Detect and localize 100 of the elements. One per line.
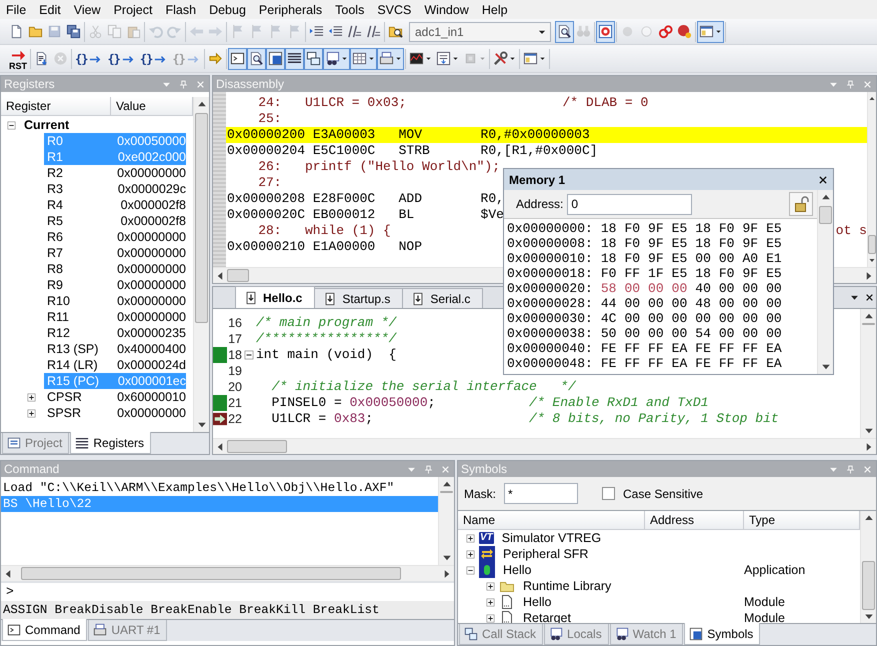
collapse-icon[interactable] [7, 120, 16, 130]
address-field[interactable]: 0 [567, 194, 692, 214]
mnemonic: ADD [398, 190, 424, 208]
register-row[interactable]: R8 0x00000000 [44, 261, 186, 277]
find-button[interactable] [555, 20, 574, 42]
scroll-thumb[interactable] [195, 113, 208, 323]
menu-item[interactable]: SVCS [371, 2, 418, 18]
debug-button[interactable] [596, 20, 615, 42]
register-value: 0x00000000 [117, 308, 186, 326]
file-tab[interactable]: Hello.c [235, 286, 316, 308]
panel-tab[interactable]: Project [2, 433, 70, 454]
window-layout-button[interactable] [697, 20, 724, 42]
expand-icon[interactable] [27, 392, 36, 402]
step-button[interactable]: {} [105, 48, 138, 70]
register-row[interactable]: R7 0x00000000 [44, 245, 186, 261]
collapse-icon[interactable] [466, 566, 475, 574]
expand-icon[interactable] [466, 534, 475, 542]
binoculars-icon [576, 24, 591, 39]
register-value: 0x00000000 [117, 228, 186, 246]
registers-window-button[interactable] [284, 48, 304, 70]
panel-tab[interactable]: Symbols [684, 623, 760, 645]
expand-icon[interactable] [486, 614, 495, 622]
register-row[interactable]: R9 0x00000000 [44, 277, 186, 293]
menu-item[interactable]: Window [418, 2, 476, 18]
column-header[interactable]: Address [645, 511, 744, 529]
scroll-thumb[interactable] [440, 491, 453, 493]
serial-window-button[interactable] [376, 48, 404, 70]
vertical-scrollbar[interactable] [193, 97, 209, 432]
command-window-button[interactable] [228, 48, 247, 70]
lock-button[interactable] [789, 192, 813, 216]
vertical-scrollbar[interactable] [860, 309, 876, 438]
step-button[interactable]: {} [138, 48, 170, 70]
caret-icon [424, 55, 432, 62]
register-row[interactable]: R11 0x00000000 [44, 309, 186, 325]
find-button[interactable] [246, 48, 266, 70]
call-stack-window-button[interactable] [304, 48, 323, 70]
vertical-scrollbar[interactable] [860, 511, 876, 623]
horizontal-scrollbar[interactable] [1, 565, 454, 581]
panel-tab[interactable]: Locals [544, 624, 609, 645]
register-row[interactable]: SPSR 0x00000000 [44, 405, 186, 421]
expand-icon[interactable] [486, 598, 495, 606]
menu-item[interactable]: Flash [159, 2, 204, 18]
register-row[interactable]: CPSR 0x60000010 [44, 389, 186, 405]
register-row[interactable]: R3 0x0000029c [44, 181, 186, 197]
menu-item[interactable]: Help [476, 2, 515, 18]
vertical-scrollbar[interactable] [438, 477, 454, 565]
menu-item[interactable]: File [0, 2, 34, 18]
menu-item[interactable]: Peripherals [252, 2, 330, 18]
close-icon[interactable] [865, 293, 874, 302]
register-row[interactable]: R5 0x000002f8 [44, 213, 186, 229]
panel-tab[interactable]: Call Stack [459, 624, 544, 645]
menu-item[interactable]: Project [108, 2, 160, 18]
menu-item[interactable]: Tools [329, 2, 372, 18]
scroll-thumb[interactable] [862, 323, 875, 325]
menu-item[interactable]: Debug [203, 2, 253, 18]
expand-icon[interactable] [27, 408, 36, 418]
register-row[interactable]: R10 0x00000000 [44, 293, 186, 309]
dropdown-icon[interactable] [850, 293, 859, 302]
address-label: Address: [516, 196, 564, 213]
panel-tab[interactable]: Command [2, 619, 88, 641]
scroll-thumb[interactable] [868, 235, 876, 254]
file-tab[interactable]: Serial.c [402, 288, 484, 308]
command-output-line[interactable]: Load "C:\\Keil\\ARM\\Examples\\Hello\\Obj\\Hello.AXF" [1, 480, 438, 496]
expand-icon[interactable] [466, 550, 475, 558]
menu-item[interactable]: View [68, 2, 108, 18]
register-row[interactable]: R12 0x00000235 [44, 325, 186, 341]
register-row[interactable]: R13 (SP) 0x40000400 [44, 341, 186, 357]
watch-window-button[interactable] [322, 48, 350, 70]
reset-button[interactable]: RST [7, 48, 29, 70]
vertical-scrollbar[interactable] [817, 190, 833, 374]
file-tab[interactable]: Startup.s [314, 288, 404, 308]
left-arrow-icon [189, 24, 204, 39]
scroll-thumb[interactable] [227, 269, 249, 282]
menu-item[interactable]: Edit [33, 2, 68, 18]
mask-field[interactable]: * [504, 483, 578, 504]
panel-tab[interactable]: Registers [70, 432, 152, 454]
target-combo-box[interactable]: adc1_in1 [409, 22, 551, 42]
expand-icon[interactable] [486, 582, 495, 590]
symbols-window-button[interactable] [266, 48, 285, 70]
vertical-scrollbar[interactable] [867, 92, 876, 267]
column-header[interactable]: Name [458, 511, 645, 529]
register-row[interactable]: R14 (LR) 0x0000024d [44, 357, 186, 373]
scroll-thumb[interactable] [862, 561, 875, 610]
scroll-thumb[interactable] [227, 440, 287, 453]
collapse-icon[interactable] [244, 350, 254, 360]
panel-tab[interactable]: UART #1 [88, 620, 168, 641]
register-row[interactable]: R2 0x00000000 [44, 165, 186, 181]
memory-window-button[interactable] [350, 48, 377, 70]
line-number: 18 [227, 346, 242, 364]
checkbox[interactable] [602, 487, 616, 500]
column-header[interactable]: Register [1, 97, 111, 115]
panel-tab[interactable]: Watch 1 [610, 624, 684, 645]
register-row[interactable]: R4 0x000002f8 [44, 197, 186, 213]
register-row[interactable]: R6 0x00000000 [44, 229, 186, 245]
step-button[interactable]: {} [73, 48, 106, 70]
horizontal-scrollbar[interactable] [213, 438, 876, 454]
terminal-icon [7, 622, 21, 636]
scroll-thumb[interactable] [819, 206, 832, 224]
scroll-thumb[interactable] [21, 567, 401, 580]
close-icon[interactable] [818, 174, 828, 184]
